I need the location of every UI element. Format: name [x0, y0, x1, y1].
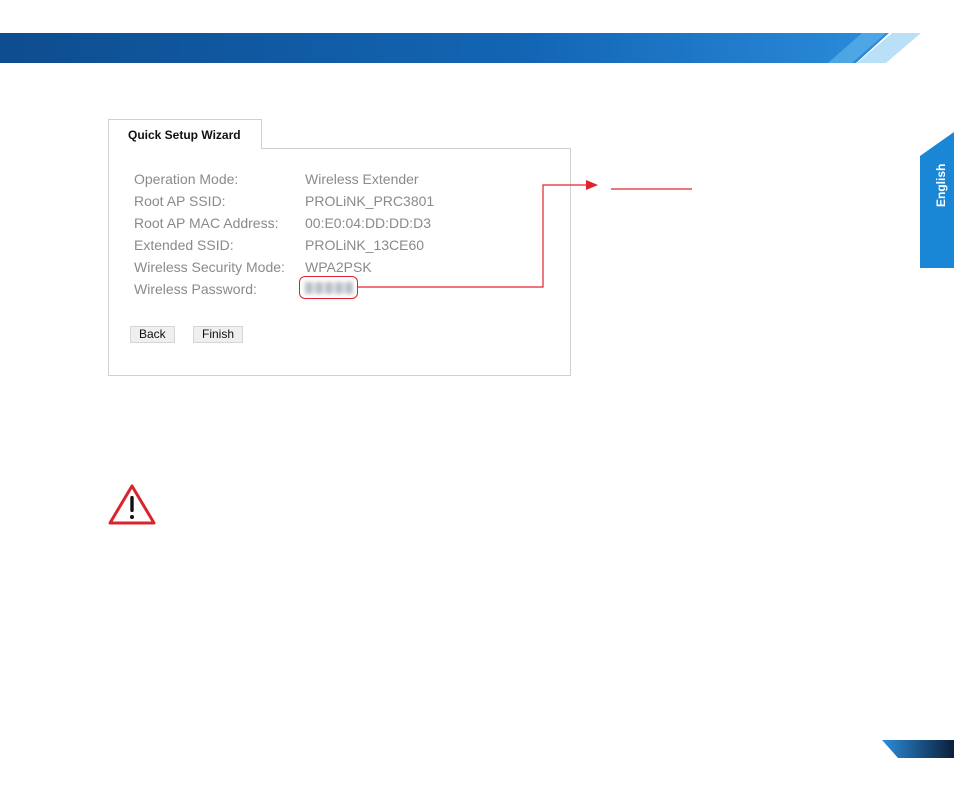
value-root-ap-mac: 00:E0:04:DD:DD:D3 [305, 215, 432, 231]
label-root-ap-ssid: Root AP SSID: [134, 193, 226, 209]
language-tab-label: English [934, 164, 948, 207]
top-banner [0, 33, 921, 63]
tab-label: Quick Setup Wizard [128, 128, 241, 142]
bottom-corner-bar [882, 740, 954, 758]
label-wireless-security-mode: Wireless Security Mode: [134, 259, 285, 275]
value-wireless-security-mode: WPA2PSK [305, 259, 372, 275]
value-operation-mode: Wireless Extender [305, 171, 419, 187]
value-extended-ssid: PROLiNK_13CE60 [305, 237, 425, 253]
warning-triangle-icon [108, 484, 156, 525]
password-highlight-ring [299, 276, 358, 299]
label-operation-mode: Operation Mode: [134, 171, 239, 187]
finish-button[interactable]: Finish [193, 326, 244, 343]
back-button[interactable]: Back [130, 326, 175, 343]
label-root-ap-mac: Root AP MAC Address: [134, 215, 279, 231]
label-extended-ssid: Extended SSID: [134, 237, 234, 253]
label-wireless-password: Wireless Password: [134, 281, 257, 297]
tab-quick-setup-wizard[interactable]: Quick Setup Wizard [108, 119, 262, 149]
value-root-ap-ssid: PROLiNK_PRC3801 [305, 193, 435, 209]
